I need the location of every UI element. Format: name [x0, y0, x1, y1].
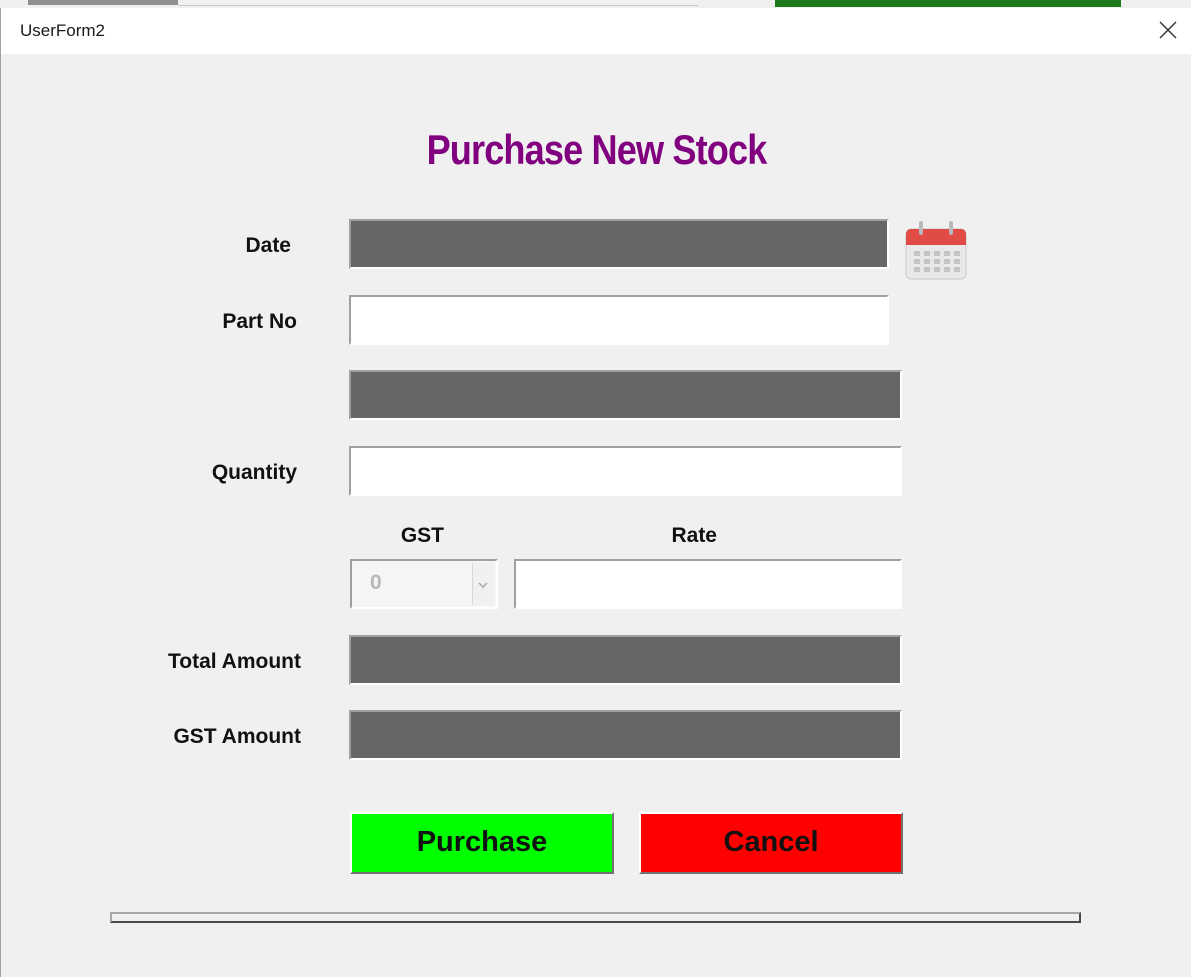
window-title: UserForm2 — [20, 21, 106, 40]
calendar-button[interactable] — [904, 219, 968, 283]
rate-field[interactable] — [514, 559, 902, 609]
date-field[interactable] — [349, 219, 889, 269]
background-line — [178, 5, 698, 6]
gst-dropdown[interactable]: 0 — [350, 559, 498, 609]
background-tab — [28, 0, 178, 5]
title-bar: UserForm2 — [1, 8, 1191, 54]
close-icon — [1159, 21, 1177, 39]
calendar-icon — [905, 221, 967, 280]
gst-amount-field — [349, 710, 902, 760]
part-no-field[interactable] — [349, 295, 889, 345]
part-description-field — [349, 370, 902, 420]
total-amount-field — [349, 635, 902, 685]
gst-dropdown-value: 0 — [370, 571, 382, 594]
close-button[interactable] — [1146, 8, 1191, 54]
form-heading: Purchase New Stock — [426, 126, 768, 173]
purchase-button[interactable]: Purchase — [350, 812, 614, 874]
gst-dropdown-button[interactable] — [472, 563, 494, 605]
cancel-button[interactable]: Cancel — [639, 812, 903, 874]
chevron-down-icon — [478, 582, 488, 588]
part-no-label: Part No — [222, 310, 297, 333]
rate-label: Rate — [671, 524, 717, 547]
total-amount-label: Total Amount — [168, 650, 301, 673]
background-green-bar — [775, 0, 1121, 7]
progress-bar — [110, 912, 1081, 923]
date-label: Date — [245, 234, 291, 257]
quantity-field[interactable] — [349, 446, 902, 496]
gst-label: GST — [400, 524, 444, 547]
userform-window: UserForm2 Purchase New Stock Date Part N… — [0, 8, 1191, 977]
quantity-label: Quantity — [211, 461, 297, 484]
gst-amount-label: GST Amount — [173, 725, 301, 748]
